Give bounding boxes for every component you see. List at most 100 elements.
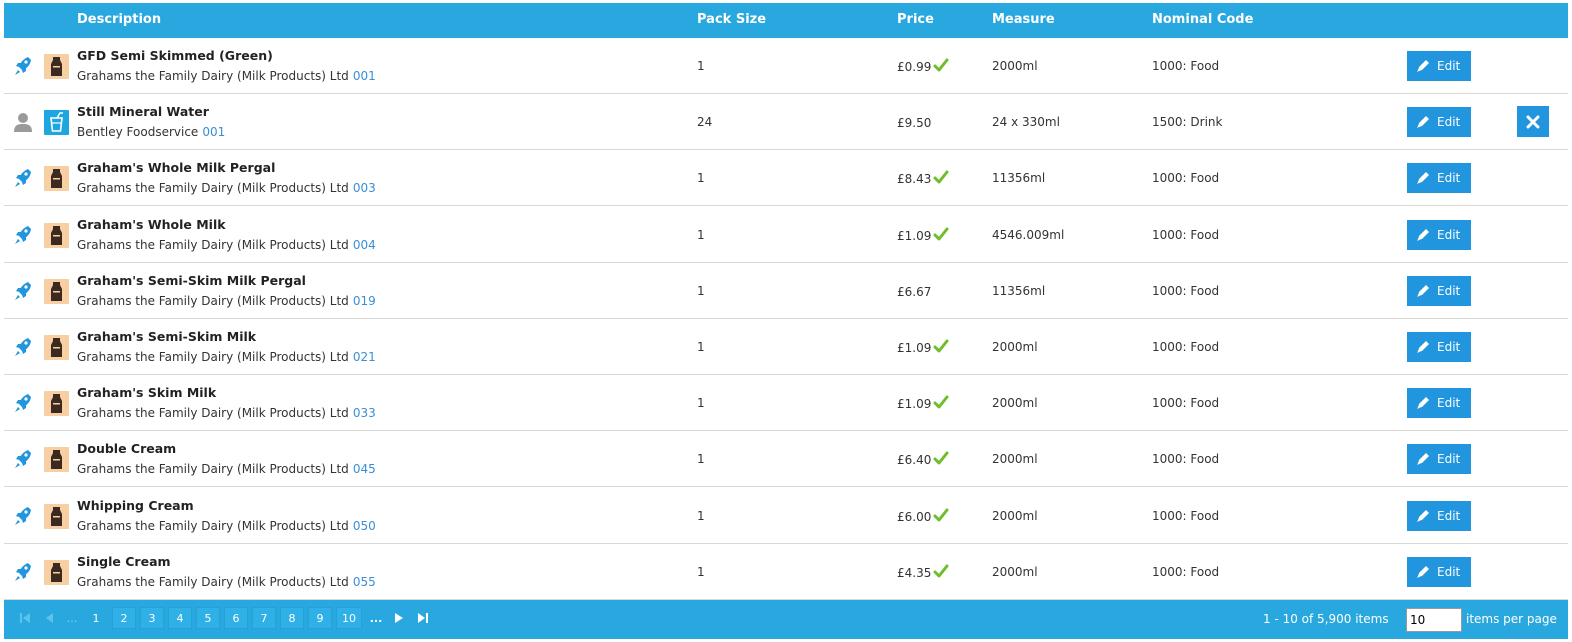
pack-size-value: 1	[697, 509, 705, 523]
nominal-code-value: 1000: Food	[1152, 284, 1220, 298]
pager-info: 1 - 10 of 5,900 items	[1263, 612, 1389, 626]
page-number-2[interactable]: 2	[112, 607, 136, 629]
price-value: £1.09	[897, 229, 932, 243]
edit-button[interactable]: Edit	[1407, 163, 1471, 193]
edit-button-label: Edit	[1437, 509, 1461, 523]
measure-value: 2000ml	[992, 396, 1038, 410]
product-code-link[interactable]: 004	[353, 238, 376, 252]
edit-button-label: Edit	[1437, 340, 1461, 354]
edit-button[interactable]: Edit	[1407, 557, 1471, 587]
product-supplier: Grahams the Family Dairy (Milk Products)…	[77, 181, 376, 195]
rocket-icon	[13, 336, 33, 358]
page-size-label: items per page	[1466, 612, 1557, 626]
pencil-icon	[1415, 339, 1431, 355]
edit-button[interactable]: Edit	[1407, 388, 1471, 418]
pack-size-value: 1	[697, 452, 705, 466]
edit-button[interactable]: Edit	[1407, 332, 1471, 362]
milk-bottle-icon	[44, 447, 69, 472]
pencil-icon	[1415, 58, 1431, 74]
table-row[interactable]: Graham's Skim Milk Grahams the Family Dai…	[4, 375, 1568, 431]
milk-bottle-icon	[44, 223, 69, 248]
product-code-link[interactable]: 001	[353, 69, 376, 83]
header-pack-size[interactable]: Pack Size	[697, 12, 766, 27]
delete-button[interactable]	[1517, 106, 1549, 137]
product-code-link[interactable]: 021	[353, 350, 376, 364]
product-supplier: Grahams the Family Dairy (Milk Products)…	[77, 238, 376, 252]
table-row[interactable]: Graham's Semi-Skim Milk Grahams the Famil…	[4, 319, 1568, 375]
milk-bottle-icon	[44, 560, 69, 585]
next-page-icon	[395, 613, 403, 623]
pencil-icon	[1415, 451, 1431, 467]
check-icon	[933, 507, 949, 523]
measure-value: 4546.009ml	[992, 228, 1065, 242]
table-row[interactable]: Graham's Whole Milk Grahams the Family Da…	[4, 207, 1568, 263]
page-size-input[interactable]	[1406, 608, 1462, 632]
page-number-5[interactable]: 5	[196, 607, 220, 629]
product-code-link[interactable]: 050	[353, 519, 376, 533]
header-measure[interactable]: Measure	[992, 12, 1055, 27]
edit-button[interactable]: Edit	[1407, 501, 1471, 531]
page-number-7[interactable]: 7	[252, 607, 276, 629]
edit-button[interactable]: Edit	[1407, 107, 1471, 137]
edit-button[interactable]: Edit	[1407, 51, 1471, 81]
price-cell: £6.00	[897, 506, 949, 524]
pack-size-value: 1	[697, 340, 705, 354]
supplier-name: Bentley Foodservice	[77, 125, 199, 139]
page-number-9[interactable]: 9	[308, 607, 332, 629]
first-page-button[interactable]	[16, 607, 34, 629]
check-icon	[933, 450, 949, 466]
pager-ellipsis-before[interactable]: ...	[62, 607, 82, 629]
price-value: £1.09	[897, 397, 932, 411]
pencil-icon	[1415, 227, 1431, 243]
header-price[interactable]: Price	[897, 12, 934, 27]
pencil-icon	[1415, 508, 1431, 524]
product-supplier: Grahams the Family Dairy (Milk Products)…	[77, 406, 376, 420]
table-row[interactable]: Double Cream Grahams the Family Dairy (Mi…	[4, 431, 1568, 487]
edit-button[interactable]: Edit	[1407, 444, 1471, 474]
header-nominal-code[interactable]: Nominal Code	[1152, 12, 1253, 27]
next-page-button[interactable]	[390, 607, 408, 629]
page-number-10[interactable]: 10	[336, 607, 362, 629]
header-description[interactable]: Description	[77, 12, 161, 27]
product-title: GFD Semi Skimmed (Green)	[77, 48, 273, 63]
edit-button-label: Edit	[1437, 284, 1461, 298]
pack-size-value: 1	[697, 396, 705, 410]
milk-bottle-icon	[44, 335, 69, 360]
price-cell: £9.50	[897, 112, 931, 130]
milk-bottle-icon	[44, 504, 69, 529]
table-row[interactable]: Graham's Semi-Skim Milk Pergal Grahams th…	[4, 263, 1568, 319]
rocket-icon	[13, 55, 33, 77]
product-title: Double Cream	[77, 441, 177, 456]
measure-value: 24 x 330ml	[992, 115, 1060, 129]
edit-button[interactable]: Edit	[1407, 220, 1471, 250]
product-code-link[interactable]: 003	[353, 181, 376, 195]
price-value: £6.00	[897, 510, 932, 524]
last-page-button[interactable]	[414, 607, 432, 629]
page-number-3[interactable]: 3	[140, 607, 164, 629]
page-number-1[interactable]: 1	[84, 607, 108, 629]
product-code-link[interactable]: 019	[353, 294, 376, 308]
pager-ellipsis-after[interactable]: ...	[366, 607, 386, 629]
page-number-8[interactable]: 8	[280, 607, 304, 629]
edit-button-label: Edit	[1437, 396, 1461, 410]
page-number-6[interactable]: 6	[224, 607, 248, 629]
table-row[interactable]: GFD Semi Skimmed (Green) Grahams the Fami…	[4, 38, 1568, 94]
product-code-link[interactable]: 045	[353, 462, 376, 476]
edit-button[interactable]: Edit	[1407, 276, 1471, 306]
table-row[interactable]: Whipping Cream Grahams the Family Dairy (…	[4, 488, 1568, 544]
product-code-link[interactable]: 033	[353, 406, 376, 420]
page-number-4[interactable]: 4	[168, 607, 192, 629]
table-row[interactable]: Single Cream Grahams the Family Dairy (Mi…	[4, 544, 1568, 600]
nominal-code-value: 1000: Food	[1152, 396, 1220, 410]
milk-bottle-icon	[44, 279, 69, 304]
previous-page-button[interactable]	[40, 607, 58, 629]
product-code-link[interactable]: 001	[202, 125, 225, 139]
measure-value: 2000ml	[992, 509, 1038, 523]
product-title: Single Cream	[77, 554, 171, 569]
table-row[interactable]: Graham's Whole Milk Pergal Grahams the Fa…	[4, 150, 1568, 206]
table-row[interactable]: Still Mineral Water Bentley Foodservice 00…	[4, 94, 1568, 150]
price-value: £6.40	[897, 453, 932, 467]
measure-value: 11356ml	[992, 284, 1046, 298]
product-code-link[interactable]: 055	[353, 575, 376, 589]
rocket-icon	[13, 280, 33, 302]
